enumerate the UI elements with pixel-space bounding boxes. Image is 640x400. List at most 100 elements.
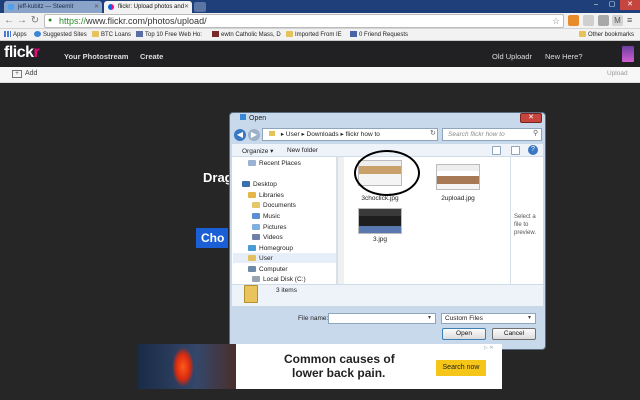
tab-label: jeff-kubitz — Steemit [18,4,74,10]
breadcrumb-flickr-how-to[interactable]: flickr how to [346,131,380,138]
path-breadcrumb[interactable]: ▸ User ▸ Downloads ▸ flickr how to [262,128,438,141]
bookmark-imported-ie[interactable]: Imported From IE [286,29,342,41]
nav-item-local-disk[interactable]: Local Disk (C:) [252,276,306,283]
nav-item-pictures[interactable]: Pictures [252,224,286,231]
address-bar[interactable]: ● https://www.flickr.com/photos/upload/ [44,14,564,28]
flickr-favicon-icon [108,4,114,10]
menu-icon[interactable]: ≡ [627,15,632,26]
close-tab-icon[interactable]: ✕ [184,1,189,13]
file-type-select[interactable]: Custom Files [441,313,536,324]
nav-item-music[interactable]: Music [252,213,280,220]
dialog-search-input[interactable]: Search flickr how to [442,128,542,141]
bookmark-suggested-sites[interactable]: Suggested Sites [34,29,87,41]
add-button[interactable]: Add [25,70,37,77]
nav-item-desktop[interactable]: Desktop [242,181,277,188]
breadcrumb-downloads[interactable]: Downloads [307,131,339,138]
nav-new-here[interactable]: New Here? [545,52,583,61]
nav-item-label: Videos [263,234,283,241]
documents-icon [252,202,260,208]
nav-item-homegroup[interactable]: Homegroup [248,245,293,252]
recent-places-icon [248,160,256,166]
nav-item-documents[interactable]: Documents [252,202,296,209]
videos-icon [252,234,260,240]
flickr-logo[interactable]: flickr [4,44,40,62]
refresh-icon[interactable]: ↻ [430,129,436,137]
bookmark-star-icon[interactable]: ☆ [552,16,560,27]
avatar[interactable] [622,46,634,62]
file-item[interactable] [436,164,480,190]
file-name-input[interactable] [328,313,436,324]
organize-button[interactable]: Organize ▾ [242,147,273,155]
ie-icon [34,31,41,37]
nav-item-label: Libraries [259,192,284,199]
bookmark-friend-requests[interactable]: 0 Friend Requests [350,29,408,41]
folder-path-icon [269,131,275,136]
back-arrow-icon[interactable]: ← [3,15,15,27]
dialog-title: Open [240,114,266,122]
nav-item-videos[interactable]: Videos [252,234,283,241]
page-icon [136,31,143,37]
tab-flickr-upload[interactable]: flickr: Upload photos and ✕ [104,1,192,13]
file-name-label: File name: [298,315,329,322]
bookmark-ewtn[interactable]: ewtn Catholic Mass, D [212,29,281,41]
nav-item-label: Recent Places [259,160,301,167]
nav-old-uploadr[interactable]: Old Uploadr [492,52,532,61]
dialog-close-button[interactable]: ✕ [520,113,542,123]
close-tab-icon[interactable]: ✕ [94,1,99,13]
nav-item-libraries[interactable]: Libraries [248,192,284,199]
new-tab-button[interactable] [194,2,206,12]
steemit-favicon-icon [8,4,14,10]
extension-icon[interactable] [568,15,579,26]
music-icon [252,213,260,219]
folder-icon [244,285,258,303]
cancel-button[interactable]: Cancel [492,328,536,340]
bookmark-btc-loans[interactable]: BTC Loans [92,29,131,41]
maximize-icon[interactable]: ▢ [604,0,620,10]
bookmark-label: Top 10 Free Web Ho: [145,32,202,38]
bookmark-label: Suggested Sites [43,32,87,38]
forward-arrow-icon[interactable]: → [16,15,28,27]
new-folder-button[interactable]: New folder [287,147,318,154]
bookmark-label: Other bookmarks [588,32,635,38]
other-bookmarks[interactable]: Other bookmarks [579,29,634,41]
computer-icon [248,266,256,272]
upload-button[interactable]: Upload [607,70,628,77]
nav-create[interactable]: Create [140,52,163,61]
chevron-down-icon[interactable]: ▾ [528,313,531,324]
extension-icon[interactable] [598,15,609,26]
window-close-icon[interactable]: ✕ [620,0,640,10]
view-options-icon[interactable] [492,146,501,155]
breadcrumb-user[interactable]: User [286,131,300,138]
file-item[interactable] [358,208,402,234]
nav-item-label: Homegroup [259,245,293,252]
choose-photos-button[interactable]: Cho [196,228,228,248]
reload-icon[interactable]: ↻ [29,15,41,27]
ad-choices-icon[interactable]: ▷ ✕ [484,345,493,351]
folder-icon [579,31,586,37]
minimize-icon[interactable]: – [588,0,604,10]
ad-search-button[interactable]: Search now [436,360,486,376]
nav-scrollbar[interactable] [337,157,344,284]
nav-item-computer[interactable]: Computer [248,266,288,273]
pictures-icon [252,224,260,230]
file-name: 3.jpg [372,236,388,243]
logo-text: flick [4,44,34,61]
forward-arrow-icon[interactable]: ▶ [248,129,260,141]
back-arrow-icon[interactable]: ◀ [234,129,246,141]
nav-your-photostream[interactable]: Your Photostream [64,52,128,61]
extension-icon[interactable] [583,15,594,26]
bookmark-top10[interactable]: Top 10 Free Web Ho: [136,29,202,41]
add-icon: + [12,70,22,78]
preview-pane-icon[interactable] [511,146,520,155]
tab-steemit[interactable]: jeff-kubitz — Steemit ✕ [4,1,102,13]
nav-item-user[interactable]: User [248,255,273,262]
bookmark-apps[interactable]: Apps [4,29,27,41]
image-thumbnail [436,164,480,190]
nav-item-recent-places[interactable]: Recent Places [248,160,301,167]
user-folder-icon [248,255,256,261]
open-button[interactable]: Open [442,328,486,340]
gmail-icon[interactable]: M [612,15,623,26]
chevron-down-icon[interactable]: ▾ [428,313,431,324]
help-icon[interactable]: ? [528,145,538,155]
drive-icon [252,276,260,282]
